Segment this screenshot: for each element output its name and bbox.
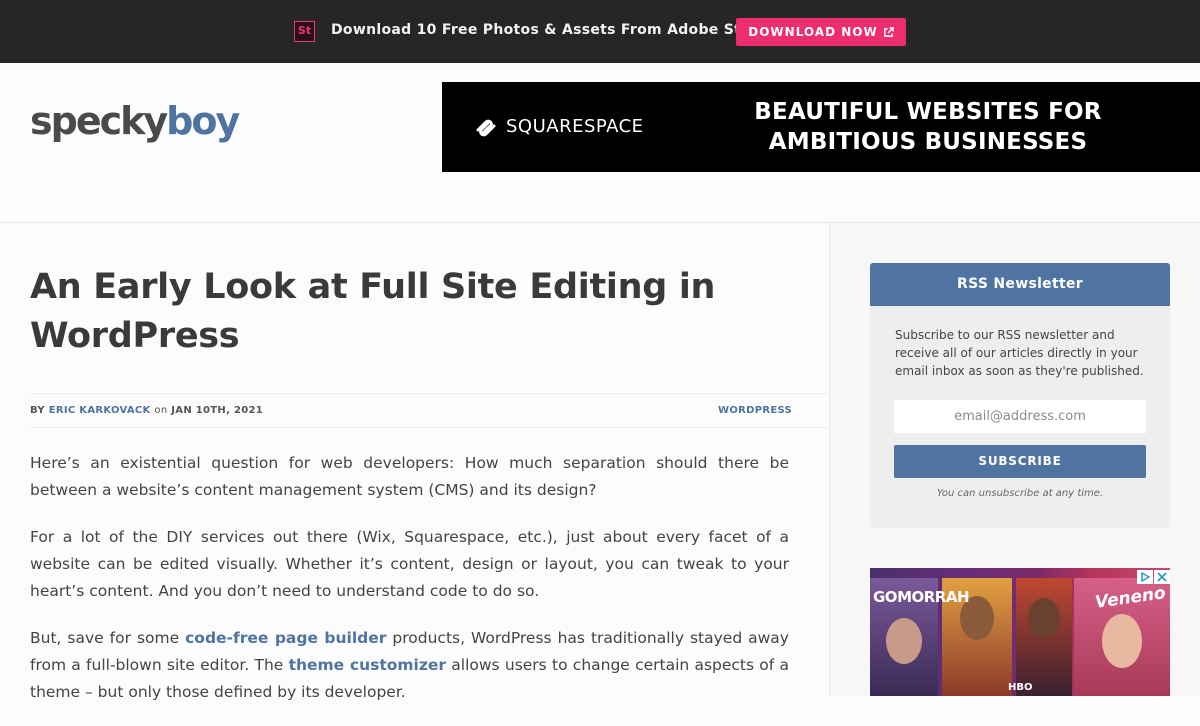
byline: BY ERIC KARKOVACK on JAN 10TH, 2021 (30, 405, 263, 416)
ad-headline-line2: AMBITIOUS BUSINESSES (768, 129, 1088, 155)
email-input[interactable] (894, 400, 1146, 433)
poster-face-4 (1102, 614, 1142, 668)
logo-text-specky: specky (30, 99, 168, 143)
download-now-label: DOWNLOAD NOW (748, 25, 878, 39)
poster-face-3 (1028, 598, 1060, 638)
unsubscribe-note: You can unsubscribe at any time. (936, 488, 1104, 499)
promo-bar: St Download 10 Free Photos & Assets From… (0, 0, 1200, 63)
subscribe-button[interactable]: SUBSCRIBE (894, 445, 1146, 478)
newsletter-widget: RSS Newsletter Subscribe to our RSS news… (870, 263, 1170, 528)
publish-date: JAN 10TH, 2021 (171, 405, 263, 416)
squarespace-brand: SQUARESPACE (506, 116, 644, 137)
column-divider (829, 223, 830, 696)
paragraph-3: But, save for some code-free page builde… (30, 625, 789, 706)
paragraph-1: Here’s an existential question for web d… (30, 454, 789, 499)
article-body: Here’s an existential question for web d… (30, 450, 789, 726)
category-link[interactable]: WORDPRESS (718, 405, 792, 416)
byline-by: BY (30, 405, 45, 416)
paragraph-3-text-a: But, save for some (30, 629, 186, 647)
byline-on: on (154, 405, 168, 416)
header-ad-banner[interactable]: SQUARESPACE BEAUTIFUL WEBSITES FOR AMBIT… (442, 82, 1200, 172)
logo-text-boy: boy (166, 99, 240, 143)
adobe-stock-icon: St (294, 21, 315, 42)
article-meta: BY ERIC KARKOVACK on JAN 10TH, 2021 WORD… (30, 393, 830, 428)
hbo-logo: HBO (1008, 682, 1033, 693)
ad-headline: BEAUTIFUL WEBSITES FOR AMBITIOUS BUSINES… (732, 97, 1124, 157)
page-builder-link[interactable]: code-free page builder (185, 629, 386, 647)
promo-text[interactable]: Download 10 Free Photos & Assets From Ad… (331, 22, 769, 38)
author-link[interactable]: ERIC KARKOVACK (49, 405, 151, 416)
squarespace-logo-icon (476, 119, 496, 137)
paragraph-2: For a lot of the DIY services out there … (30, 528, 789, 600)
ad-title-left: GOMORRAH (873, 588, 970, 606)
ad-headline-line1: BEAUTIFUL WEBSITES FOR (754, 99, 1102, 125)
newsletter-description: Subscribe to our RSS newsletter and rece… (895, 328, 1144, 378)
adchoices-icon[interactable] (1137, 570, 1153, 584)
poster-face-1 (886, 618, 922, 664)
ad-poster-3 (1016, 578, 1072, 696)
newsletter-heading: RSS Newsletter (870, 263, 1170, 306)
external-link-icon (883, 26, 894, 37)
sidebar-ad[interactable]: GOMORRAH Veneno HBO (870, 568, 1170, 696)
theme-customizer-link[interactable]: theme customizer (289, 656, 446, 674)
article-title: An Early Look at Full Site Editing in Wo… (30, 267, 716, 356)
download-now-button[interactable]: DOWNLOAD NOW (736, 18, 906, 46)
site-logo[interactable]: speckyboy (30, 98, 240, 144)
close-icon[interactable] (1154, 570, 1170, 584)
